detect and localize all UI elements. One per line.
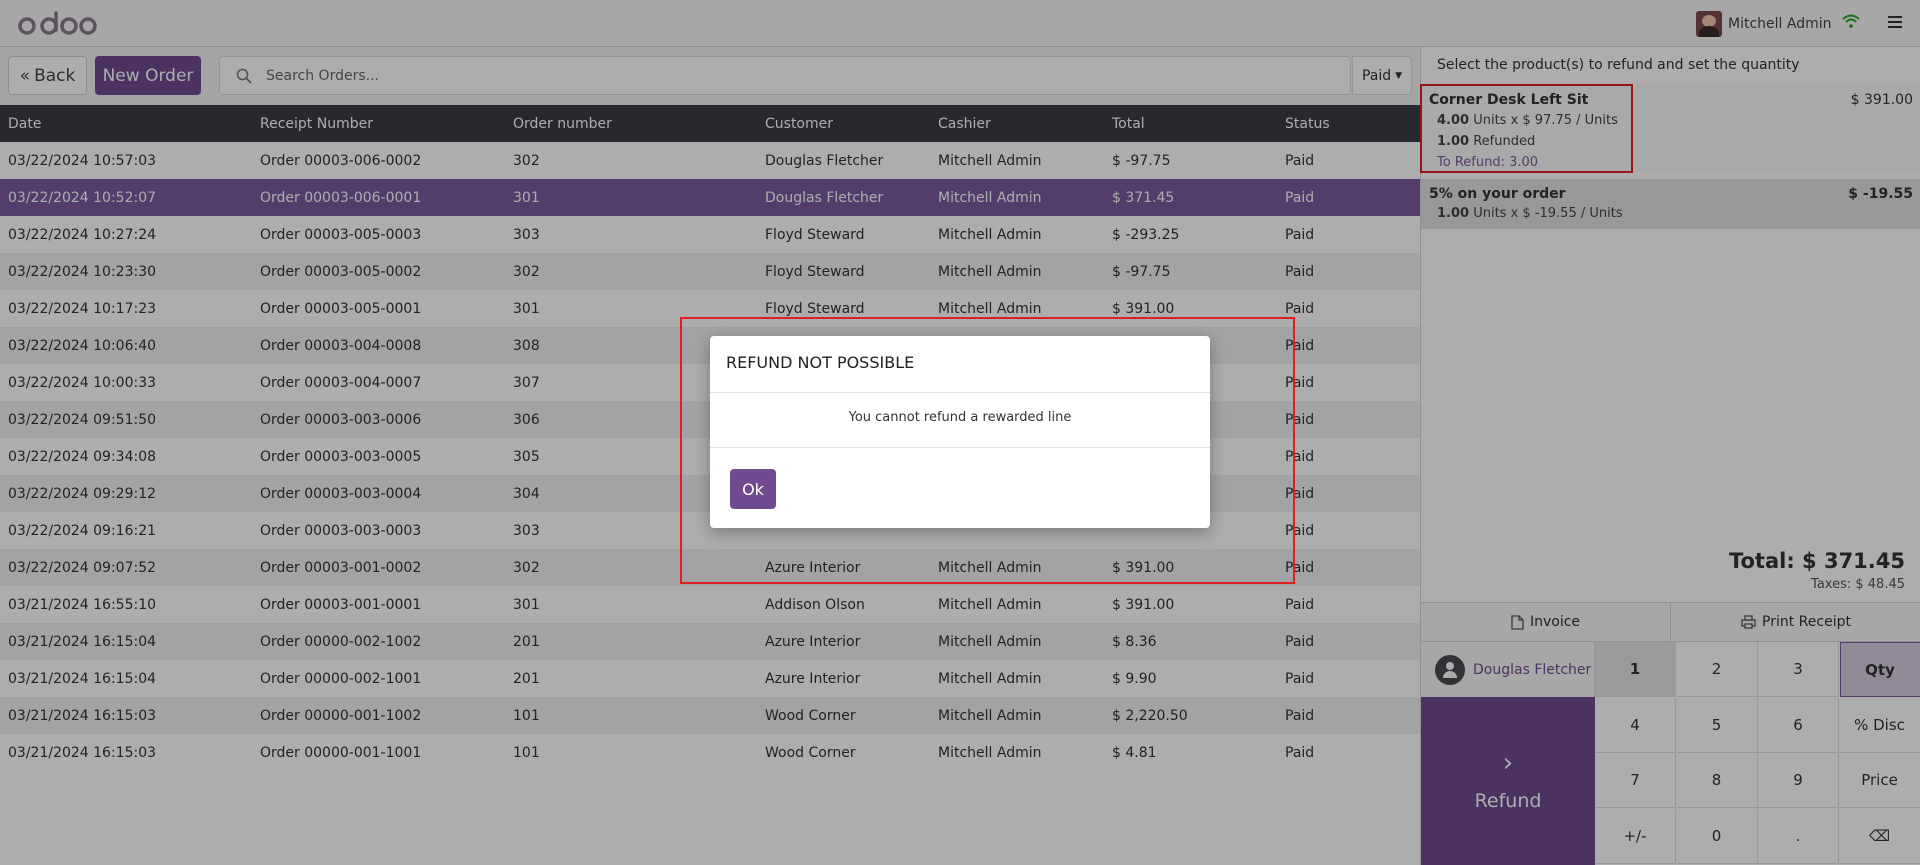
dialog-title: REFUND NOT POSSIBLE	[726, 353, 915, 372]
dialog-ok-button[interactable]: Ok	[730, 469, 776, 509]
dialog-divider	[710, 392, 1210, 393]
refund-error-dialog: REFUND NOT POSSIBLE You cannot refund a …	[710, 336, 1210, 528]
dialog-message: You cannot refund a rewarded line	[848, 410, 1072, 425]
dialog-divider	[710, 447, 1210, 448]
